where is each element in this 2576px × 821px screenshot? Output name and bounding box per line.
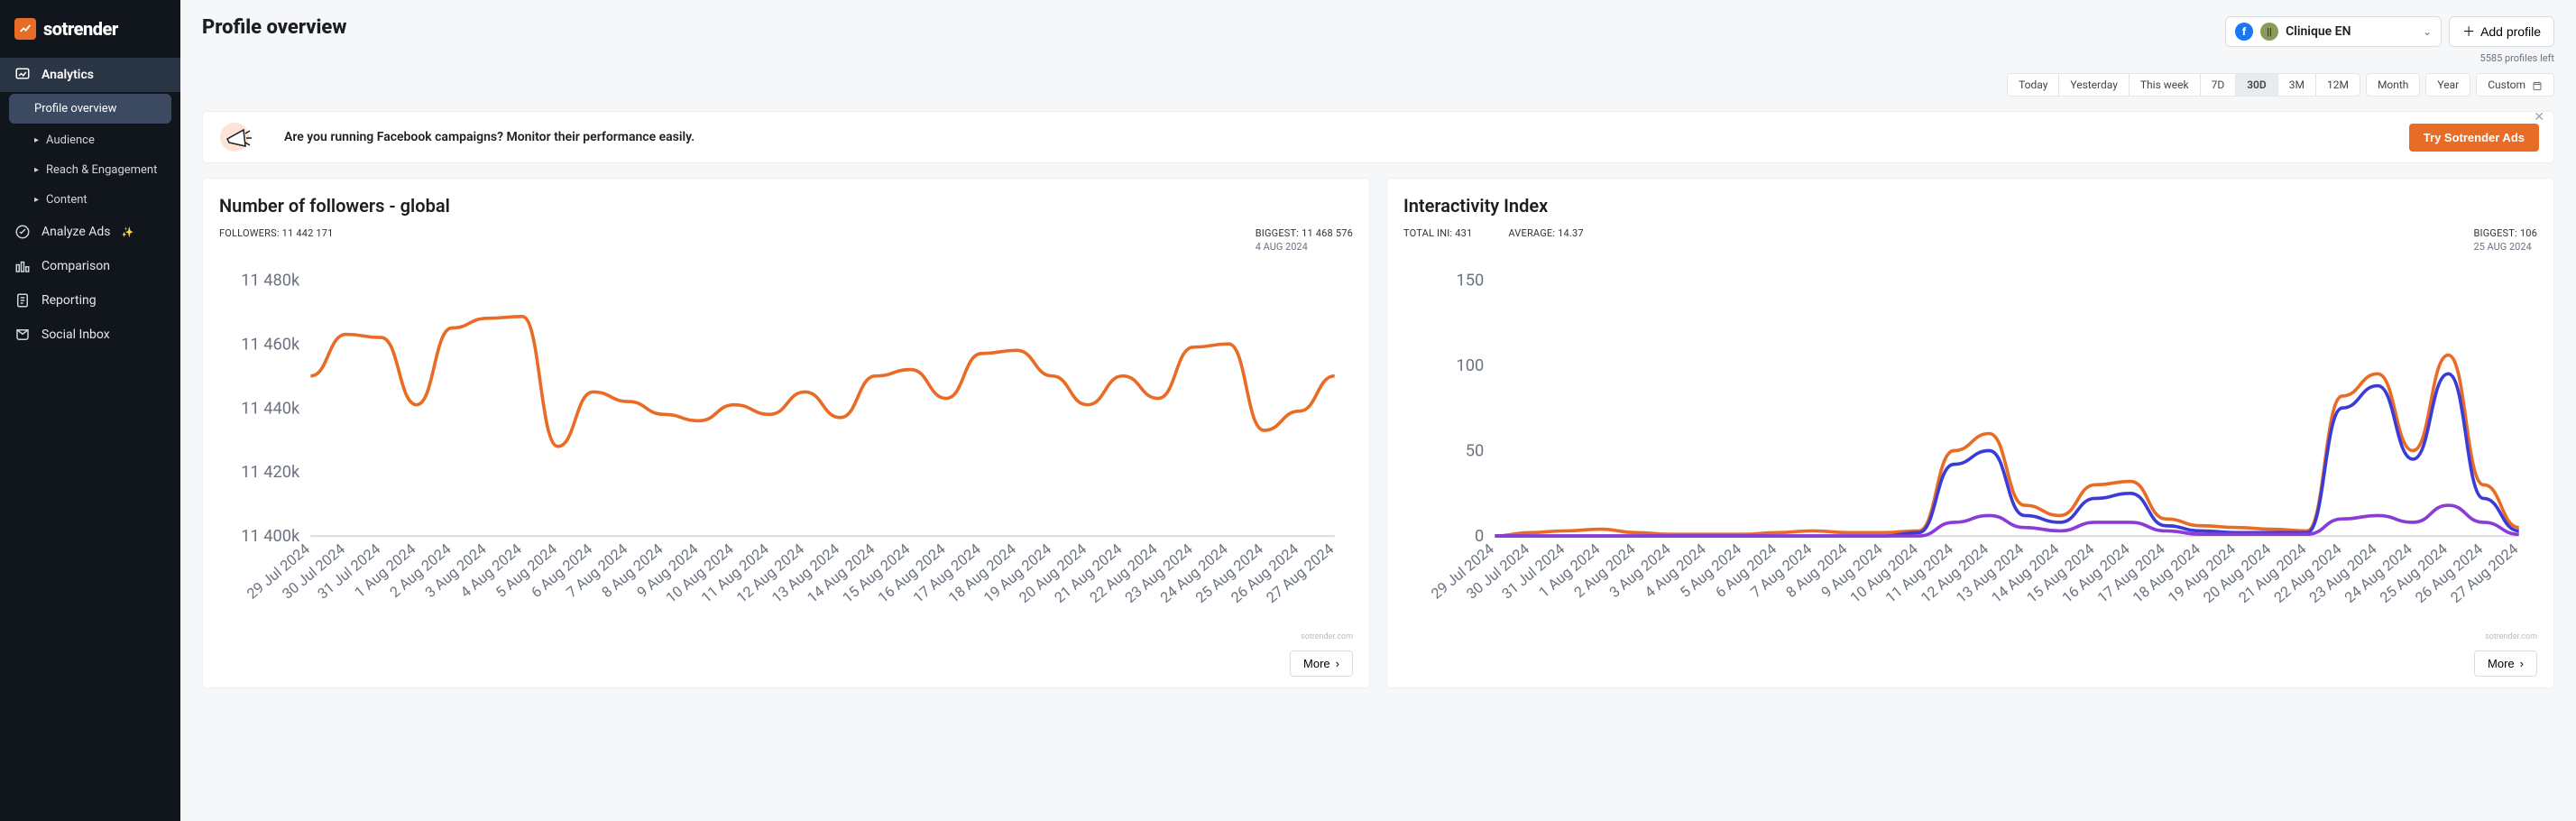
interactivity-stats: TOTAL INI: 431 AVERAGE: 14.37 BIGGEST: 1… (1403, 227, 2537, 253)
profile-select[interactable]: f || Clinique EN ⌄ (2225, 16, 2442, 47)
svg-text:11 440k: 11 440k (241, 399, 300, 418)
try-sotrender-ads-button[interactable]: Try Sotrender Ads (2409, 124, 2539, 152)
followers-biggest-stat: BIGGEST: 11 468 576 4 AUG 2024 (1256, 227, 1353, 253)
inbox-icon (14, 327, 31, 343)
interactivity-chart: 05010015029 Jul 202430 Jul 202431 Jul 20… (1403, 262, 2537, 631)
main: Profile overview f || Clinique EN ⌄ ＋ Ad… (180, 0, 2576, 821)
top-controls: f || Clinique EN ⌄ ＋ Add profile 5585 pr… (2007, 16, 2554, 97)
sidebar-label-analyze-ads: Analyze Ads (41, 225, 111, 239)
sidebar-item-analyze-ads[interactable]: Analyze Ads ✨ (0, 215, 180, 249)
sidebar-item-comparison[interactable]: Comparison (0, 249, 180, 283)
svg-text:50: 50 (1466, 442, 1485, 461)
range-yesterday[interactable]: Yesterday (2059, 74, 2130, 96)
ini-avg-stat: AVERAGE: 14.37 (1508, 227, 1583, 253)
svg-text:11 420k: 11 420k (241, 463, 300, 482)
range-30d[interactable]: 30D (2236, 74, 2278, 96)
sidebar-label-analytics: Analytics (41, 68, 94, 82)
promo-banner: Are you running Facebook campaigns? Moni… (202, 111, 2554, 163)
sparkle-icon: ✨ (122, 226, 134, 238)
comparison-icon (14, 258, 31, 274)
followers-card: Number of followers - global FOLLOWERS: … (202, 178, 1370, 688)
more-label: More (1303, 657, 1330, 670)
range-custom[interactable]: Custom (2477, 74, 2553, 96)
followers-card-title: Number of followers - global (219, 195, 1353, 217)
followers-chart: 11 400k11 420k11 440k11 460k11 480k29 Ju… (219, 262, 1353, 631)
followers-biggest-label: BIGGEST: 11 468 576 (1256, 227, 1353, 239)
banner-text: Are you running Facebook campaigns? Moni… (284, 130, 695, 144)
ini-biggest-label: BIGGEST: 106 (2473, 227, 2537, 239)
chevron-down-icon: ⌄ (2423, 25, 2432, 38)
sidebar-label-content: Content (46, 193, 87, 207)
svg-text:11 460k: 11 460k (241, 335, 300, 354)
ads-icon (14, 224, 31, 240)
sidebar-item-content[interactable]: ▸ Content (0, 185, 180, 215)
chevron-right-icon: › (2520, 657, 2524, 670)
logo-mark-icon (14, 18, 36, 40)
sidebar-item-analytics[interactable]: Analytics (0, 58, 180, 92)
more-button[interactable]: More › (1290, 650, 1353, 677)
sidebar-item-audience[interactable]: ▸ Audience (0, 125, 180, 155)
megaphone-icon (217, 119, 262, 155)
sidebar-item-reporting[interactable]: Reporting (0, 283, 180, 318)
followers-stats: FOLLOWERS: 11 442 171 BIGGEST: 11 468 57… (219, 227, 1353, 253)
range-month[interactable]: Month (2367, 74, 2419, 96)
ini-biggest-date: 25 AUG 2024 (2473, 241, 2537, 253)
svg-text:150: 150 (1456, 271, 1484, 290)
analytics-icon (14, 67, 31, 83)
caret-right-icon: ▸ (34, 135, 39, 145)
caret-right-icon: ▸ (34, 195, 39, 205)
ini-biggest-stat: BIGGEST: 106 25 AUG 2024 (2473, 227, 2537, 253)
logo[interactable]: sotrender (0, 13, 180, 58)
brand-avatar-icon: || (2260, 23, 2278, 41)
sidebar-label-reach: Reach & Engagement (46, 163, 157, 177)
more-button[interactable]: More › (2474, 650, 2537, 677)
sidebar-item-profile-overview[interactable]: Profile overview (9, 94, 171, 124)
ini-total-label: TOTAL INI: 431 (1403, 227, 1472, 239)
range-today[interactable]: Today (2008, 74, 2059, 96)
followers-stat: FOLLOWERS: 11 442 171 (219, 227, 334, 253)
watermark: sotrender.com (219, 632, 1353, 641)
date-range-row: Today Yesterday This week 7D 30D 3M 12M … (2007, 73, 2554, 97)
calendar-icon (2532, 80, 2543, 91)
svg-text:11 400k: 11 400k (241, 527, 300, 546)
sidebar-label-audience: Audience (46, 134, 95, 147)
svg-text:11 480k: 11 480k (241, 271, 300, 290)
range-custom-label: Custom (2488, 78, 2525, 91)
plus-icon: ＋ (2462, 23, 2475, 41)
sidebar-label-reporting: Reporting (41, 293, 97, 308)
interactivity-card: Interactivity Index TOTAL INI: 431 AVERA… (1386, 178, 2554, 688)
close-icon[interactable]: ✕ (2528, 105, 2550, 130)
topbar: Profile overview f || Clinique EN ⌄ ＋ Ad… (202, 16, 2554, 97)
sidebar-item-social-inbox[interactable]: Social Inbox (0, 318, 180, 352)
ini-total-stat: TOTAL INI: 431 (1403, 227, 1472, 253)
cards-row: Number of followers - global FOLLOWERS: … (202, 178, 2554, 688)
range-12m[interactable]: 12M (2316, 74, 2360, 96)
sidebar-label-profile-overview: Profile overview (34, 102, 116, 115)
more-label: More (2488, 657, 2515, 670)
profiles-left: 5585 profiles left (2480, 52, 2554, 64)
range-year[interactable]: Year (2426, 74, 2470, 96)
svg-text:100: 100 (1456, 356, 1484, 375)
range-7d[interactable]: 7D (2201, 74, 2237, 96)
sidebar-label-comparison: Comparison (41, 259, 110, 273)
range-3m[interactable]: 3M (2278, 74, 2316, 96)
watermark: sotrender.com (1403, 632, 2537, 641)
profile-name: Clinique EN (2286, 24, 2351, 39)
interactivity-card-title: Interactivity Index (1403, 195, 2537, 217)
sidebar-item-reach[interactable]: ▸ Reach & Engagement (0, 155, 180, 185)
sidebar-label-social-inbox: Social Inbox (41, 327, 110, 342)
ini-avg-label: AVERAGE: 14.37 (1508, 227, 1583, 239)
range-thisweek[interactable]: This week (2130, 74, 2201, 96)
sidebar: sotrender Analytics Profile overview ▸ A… (0, 0, 180, 821)
add-profile-label: Add profile (2480, 24, 2541, 39)
logo-text: sotrender (43, 18, 118, 40)
facebook-icon: f (2235, 23, 2253, 41)
caret-right-icon: ▸ (34, 165, 39, 175)
followers-biggest-date: 4 AUG 2024 (1256, 241, 1353, 253)
chevron-right-icon: › (1336, 657, 1339, 670)
page-title: Profile overview (202, 16, 346, 39)
followers-stat-label: FOLLOWERS: 11 442 171 (219, 227, 334, 239)
reporting-icon (14, 292, 31, 309)
add-profile-button[interactable]: ＋ Add profile (2449, 16, 2554, 47)
